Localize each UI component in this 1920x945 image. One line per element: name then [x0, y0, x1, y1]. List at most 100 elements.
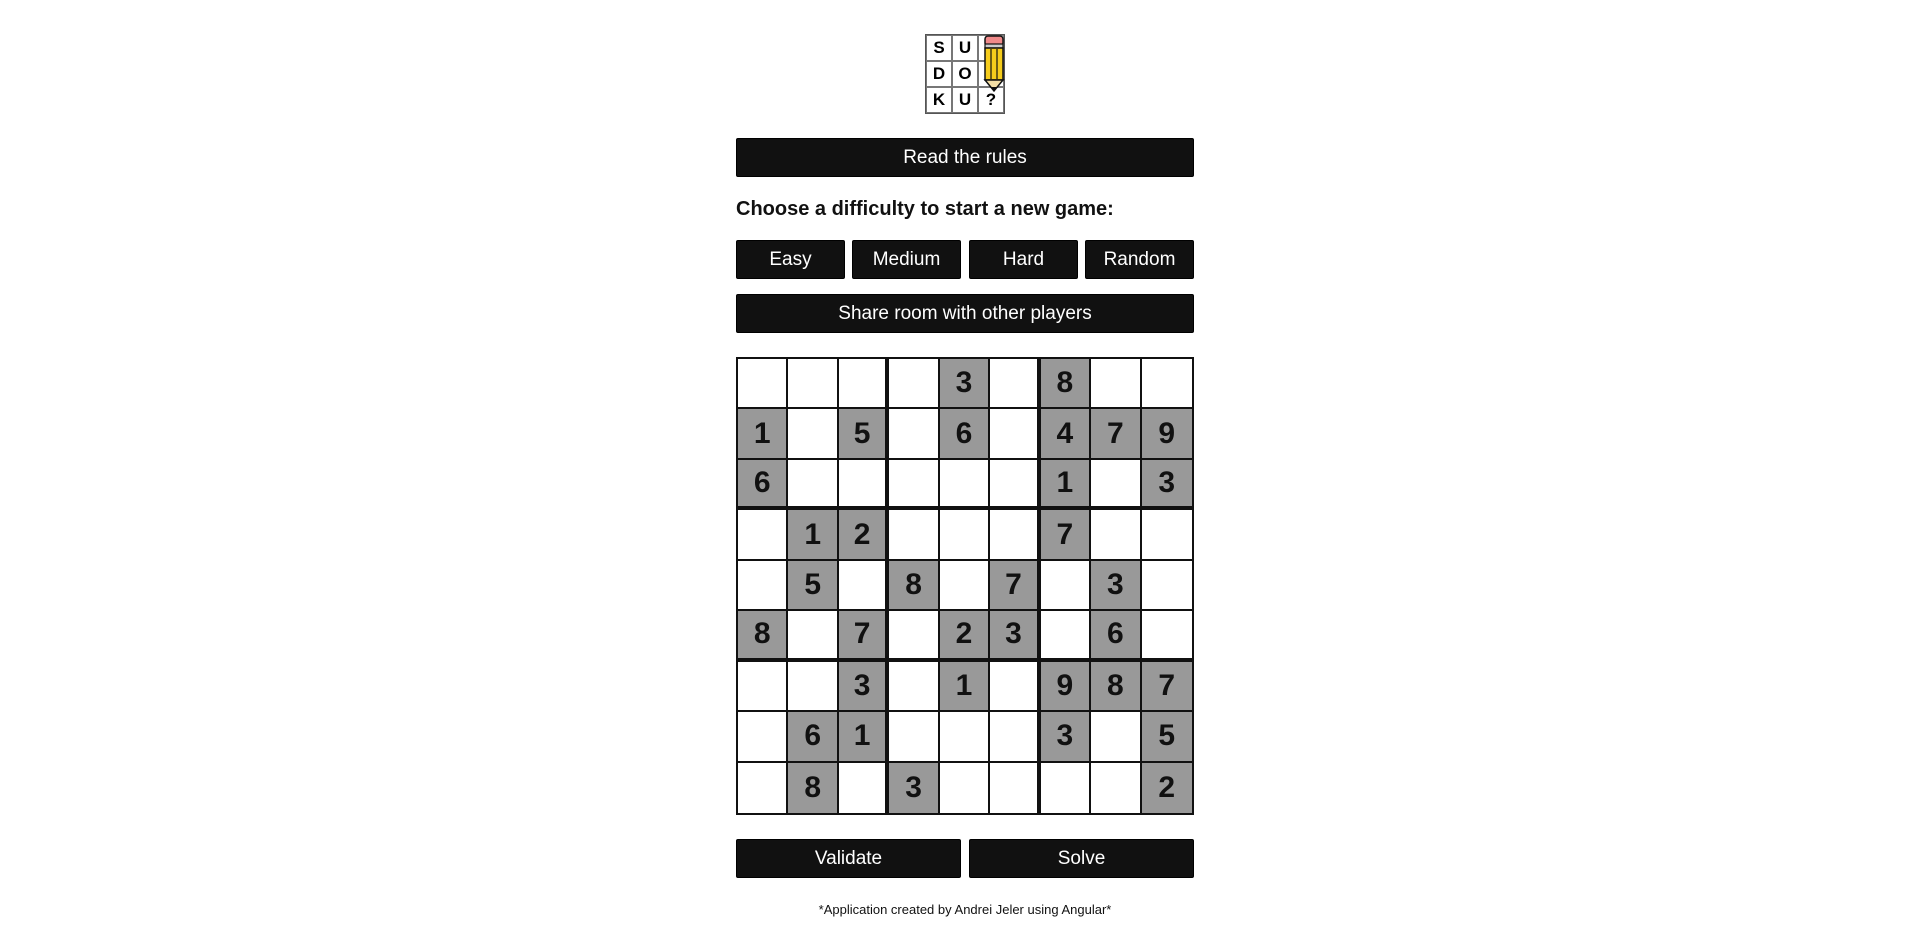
board-cell[interactable] — [939, 712, 991, 763]
board-cell[interactable] — [738, 762, 789, 813]
board-cell[interactable] — [788, 409, 839, 460]
board-cell[interactable] — [1091, 712, 1142, 763]
board-cell[interactable] — [990, 762, 1041, 813]
board-cell[interactable] — [738, 510, 789, 561]
board-cell[interactable] — [889, 510, 940, 561]
board-cell: 7 — [1141, 661, 1192, 713]
board-cell: 6 — [1091, 611, 1142, 662]
board-cell: 9 — [1040, 661, 1092, 713]
logo-letter: U — [952, 87, 978, 113]
board-cell: 1 — [738, 409, 789, 460]
board-cell[interactable] — [939, 560, 991, 612]
logo-letter: S — [926, 35, 952, 61]
board-cell: 4 — [1040, 409, 1092, 460]
board-cell: 5 — [788, 560, 839, 612]
board-cell: 2 — [838, 510, 890, 561]
board-cell: 3 — [838, 661, 890, 713]
logo-letter: K — [926, 87, 952, 113]
board-cell: 7 — [838, 611, 890, 662]
board-cell: 3 — [1091, 560, 1142, 612]
board-cell[interactable] — [939, 762, 991, 813]
board-cell[interactable] — [990, 510, 1041, 561]
board-cell[interactable] — [889, 409, 940, 460]
board-cell[interactable] — [1040, 762, 1092, 813]
board-cell[interactable] — [1040, 560, 1092, 612]
board-cell[interactable] — [990, 712, 1041, 763]
board-cell: 3 — [1141, 459, 1192, 511]
board-cell[interactable] — [838, 560, 890, 612]
footer-credit: *Application created by Andrei Jeler usi… — [818, 902, 1112, 917]
board-cell[interactable] — [889, 359, 940, 410]
board-cell: 7 — [1091, 409, 1142, 460]
board-cell[interactable] — [1141, 510, 1192, 561]
board-cell: 9 — [1141, 409, 1192, 460]
difficulty-heading: Choose a difficulty to start a new game: — [736, 198, 1114, 220]
board-cell: 8 — [738, 611, 789, 662]
board-cell: 6 — [788, 712, 839, 763]
board-cell[interactable] — [1091, 359, 1142, 410]
board-cell[interactable] — [788, 459, 839, 511]
validate-button[interactable]: Validate — [736, 839, 961, 878]
board-cell[interactable] — [838, 459, 890, 511]
board-cell: 1 — [1040, 459, 1092, 511]
board-cell: 7 — [1040, 510, 1092, 561]
board-cell[interactable] — [990, 359, 1041, 410]
board-cell[interactable] — [838, 359, 890, 410]
board-cell[interactable] — [738, 712, 789, 763]
board-cell: 6 — [939, 409, 991, 460]
board-cell: 1 — [939, 661, 991, 713]
board-cell[interactable] — [1091, 459, 1142, 511]
board-cell[interactable] — [990, 459, 1041, 511]
board-cell: 2 — [939, 611, 991, 662]
board-cell: 3 — [990, 611, 1041, 662]
board-cell[interactable] — [889, 611, 940, 662]
board-cell: 8 — [889, 560, 940, 612]
sudoku-logo: S U D O K U ? — [925, 34, 1005, 114]
board-cell[interactable] — [1141, 611, 1192, 662]
hard-button[interactable]: Hard — [969, 240, 1078, 279]
board-cell: 8 — [1091, 661, 1142, 713]
share-room-button[interactable]: Share room with other players — [736, 294, 1194, 333]
board-cell: 1 — [838, 712, 890, 763]
board-cell[interactable] — [1091, 510, 1142, 561]
board-cell[interactable] — [788, 359, 839, 410]
board-cell: 6 — [738, 459, 789, 511]
logo-letter: D — [926, 61, 952, 87]
board-cell: 3 — [1040, 712, 1092, 763]
board-cell[interactable] — [1141, 560, 1192, 612]
board-cell[interactable] — [1091, 762, 1142, 813]
board-cell[interactable] — [1141, 359, 1192, 410]
easy-button[interactable]: Easy — [736, 240, 845, 279]
sudoku-app: S U D O K U ? Read the rules Choose a di… — [0, 0, 1920, 945]
sudoku-board: 38156479613127587387236319876135832 — [736, 357, 1194, 815]
board-cell[interactable] — [889, 459, 940, 511]
board-cell[interactable] — [1040, 611, 1092, 662]
board-cell: 3 — [939, 359, 991, 410]
board-cell: 8 — [1040, 359, 1092, 410]
board-cell[interactable] — [889, 712, 940, 763]
solve-button[interactable]: Solve — [969, 839, 1194, 878]
board-cell: 8 — [788, 762, 839, 813]
board-cell: 1 — [788, 510, 839, 561]
random-button[interactable]: Random — [1085, 240, 1194, 279]
board-cell[interactable] — [738, 359, 789, 410]
board-cell[interactable] — [990, 661, 1041, 713]
board-cell: 5 — [838, 409, 890, 460]
board-cell[interactable] — [990, 409, 1041, 460]
board-cell: 2 — [1141, 762, 1192, 813]
read-rules-button[interactable]: Read the rules — [736, 138, 1194, 177]
board-cell[interactable] — [738, 560, 789, 612]
board-cell[interactable] — [738, 661, 789, 713]
medium-button[interactable]: Medium — [852, 240, 961, 279]
board-cell: 7 — [990, 560, 1041, 612]
board-cell[interactable] — [889, 661, 940, 713]
board-cell[interactable] — [788, 661, 839, 713]
board-cell: 5 — [1141, 712, 1192, 763]
board-cell[interactable] — [939, 459, 991, 511]
board-cell[interactable] — [788, 611, 839, 662]
board-cell: 3 — [889, 762, 940, 813]
board-cell[interactable] — [838, 762, 890, 813]
logo-letter: U — [952, 35, 978, 61]
board-cell[interactable] — [939, 510, 991, 561]
pencil-icon — [983, 35, 1005, 93]
